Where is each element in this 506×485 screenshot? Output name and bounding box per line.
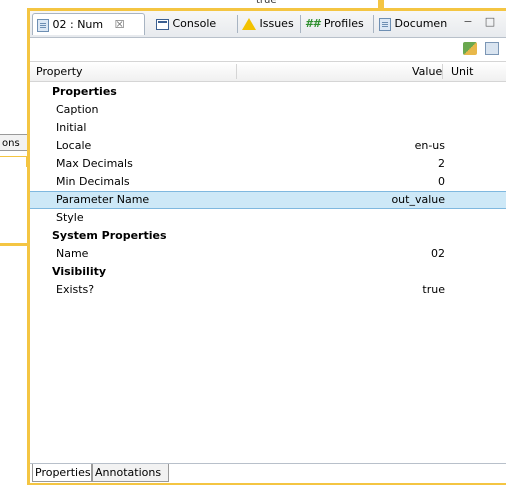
warning-icon xyxy=(242,18,256,30)
property-value[interactable]: out_value xyxy=(391,192,445,208)
column-divider[interactable] xyxy=(442,64,443,79)
table-row[interactable]: System Properties xyxy=(30,227,506,245)
table-row[interactable]: Initial xyxy=(30,119,506,137)
property-value[interactable]: 2 xyxy=(438,155,445,173)
table-row[interactable]: Visibility xyxy=(30,263,506,281)
table-row[interactable]: Name 02 xyxy=(30,245,506,263)
table-row[interactable]: Properties xyxy=(30,83,506,101)
tab-label: Documen xyxy=(394,17,448,30)
tab-label: Console xyxy=(172,17,217,30)
tab-issues[interactable]: Issues xyxy=(238,13,300,35)
property-value[interactable]: 0 xyxy=(438,173,445,191)
property-name: System Properties xyxy=(52,229,167,242)
tab-label: 02 : Num xyxy=(52,18,104,31)
table-row-selected[interactable]: Parameter Name out_value xyxy=(30,191,506,209)
column-header-value[interactable]: Value xyxy=(412,62,442,81)
table-row[interactable]: Exists? true xyxy=(30,281,506,299)
minimize-button[interactable]: − xyxy=(462,16,474,28)
background-top-strip: true xyxy=(0,0,506,8)
tab-label: Profiles xyxy=(323,17,364,30)
column-header-unit[interactable]: Unit xyxy=(451,62,473,81)
view-menu-icon[interactable] xyxy=(485,42,499,55)
property-name: Name xyxy=(56,247,89,260)
bottom-tab-bar: Properties Annotations xyxy=(30,463,506,483)
column-header-property[interactable]: Property xyxy=(36,62,83,81)
properties-view-panel: 02 : Num ☒ Console Issues ## Profiles Do… xyxy=(27,8,506,485)
property-name: Style xyxy=(56,211,84,224)
table-row[interactable]: Max Decimals 2 xyxy=(30,155,506,173)
screenshot-root: true ons 02 : Num ☒ Console Issues ## Pr… xyxy=(0,0,506,485)
document-icon xyxy=(37,18,49,32)
tab-console[interactable]: Console xyxy=(152,13,236,35)
property-name: Properties xyxy=(52,85,117,98)
background-value-text: true xyxy=(256,0,277,6)
tab-annotations[interactable]: Annotations xyxy=(92,464,169,482)
console-icon xyxy=(156,18,169,30)
tab-label: Issues xyxy=(259,17,294,30)
property-name: Locale xyxy=(56,139,92,152)
hash-icon: ## xyxy=(305,17,321,30)
add-property-icon[interactable] xyxy=(463,42,477,55)
property-name: Initial xyxy=(56,121,87,134)
background-highlight-bracket xyxy=(0,156,27,167)
property-value[interactable]: en-us xyxy=(415,137,445,155)
property-name: Caption xyxy=(56,103,99,116)
tab-profiles[interactable]: ## Profiles xyxy=(301,13,373,35)
maximize-button[interactable]: □ xyxy=(484,16,496,28)
property-name: Visibility xyxy=(52,265,107,278)
property-name: Parameter Name xyxy=(56,193,150,206)
column-divider[interactable] xyxy=(236,64,237,79)
close-icon[interactable]: ☒ xyxy=(115,18,125,31)
table-row[interactable]: Min Decimals 0 xyxy=(30,173,506,191)
tab-properties[interactable]: Properties xyxy=(32,464,92,482)
background-highlight-line xyxy=(0,243,30,246)
property-name: Max Decimals xyxy=(56,157,133,170)
tab-02-num[interactable]: 02 : Num ☒ xyxy=(32,13,145,35)
document-icon xyxy=(379,17,391,31)
property-value[interactable]: true xyxy=(422,281,445,299)
table-row[interactable]: Style xyxy=(30,209,506,227)
table-row[interactable]: Locale en-us xyxy=(30,137,506,155)
tab-documentation[interactable]: Documen xyxy=(375,13,451,35)
view-toolbar xyxy=(30,38,506,60)
table-row[interactable]: Caption xyxy=(30,101,506,119)
tab-separator xyxy=(373,15,374,33)
property-value[interactable]: 02 xyxy=(431,245,445,263)
property-name: Exists? xyxy=(56,283,95,296)
property-name: Min Decimals xyxy=(56,175,130,188)
property-table-body: Properties Caption Initial Locale en-us … xyxy=(30,83,506,299)
property-table-header: Property Value Unit xyxy=(30,61,506,82)
view-tab-bar: 02 : Num ☒ Console Issues ## Profiles Do… xyxy=(30,11,506,38)
background-tab[interactable]: ons xyxy=(0,134,28,151)
